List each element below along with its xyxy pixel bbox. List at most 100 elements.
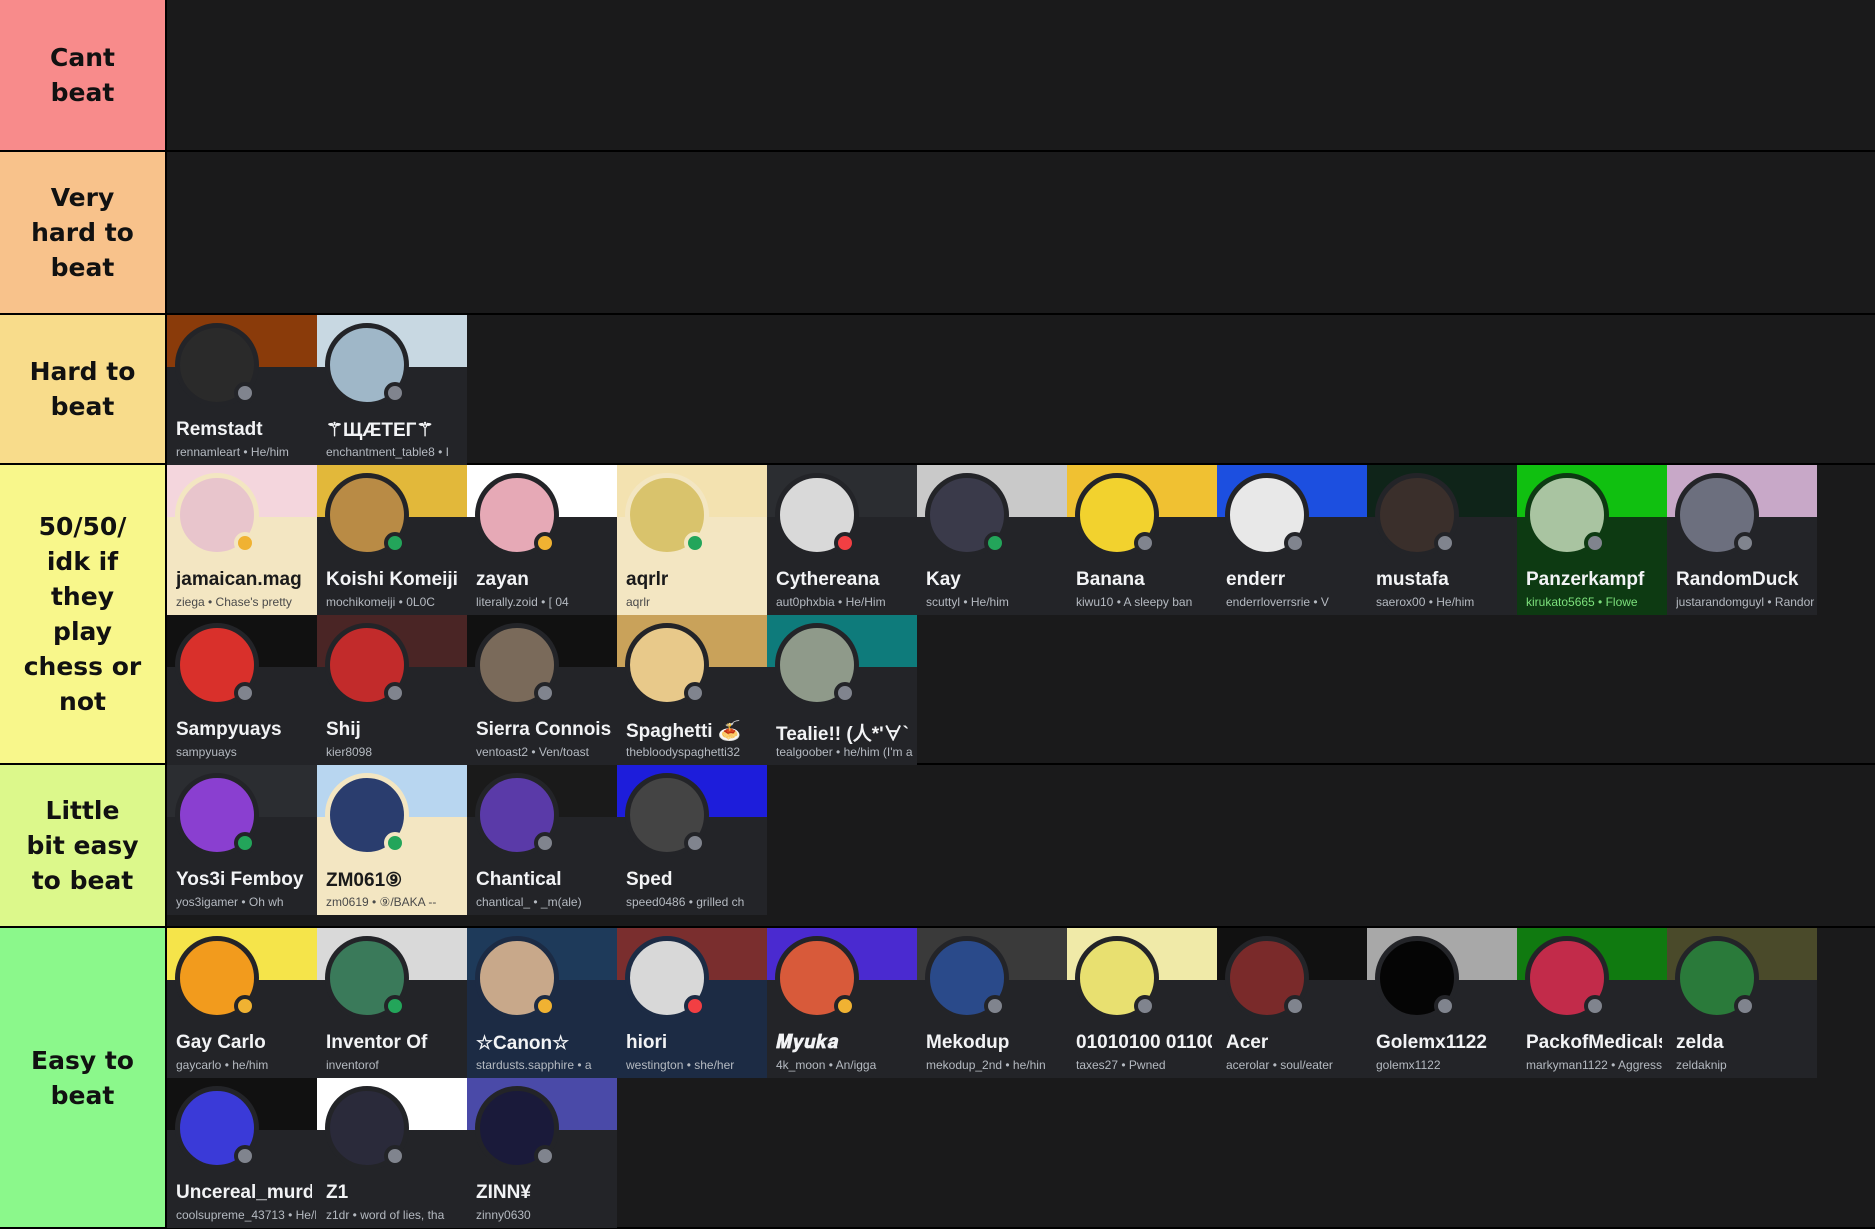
username: z1dr • word of lies, tha [326, 1208, 445, 1222]
idle-status-icon [834, 995, 856, 1017]
offline-status-icon [834, 682, 856, 704]
profile-card[interactable]: Tealie!! (人*'∀` tealgoober • he/him (I'm … [767, 615, 917, 765]
display-name: Inventor Of [326, 1032, 428, 1053]
offline-status-icon [1284, 995, 1306, 1017]
tier-label[interactable]: Easy to beat [0, 928, 167, 1227]
profile-card[interactable]: Inventor Of inventorof [317, 928, 467, 1078]
profile-card[interactable]: Sierra Connoisseur ventoast2 • Ven/toast [467, 615, 617, 765]
tier-items-area: Gay Carlo gaycarlo • he/him Inventor Of inv… [167, 928, 1875, 1228]
profile-card[interactable]: Yos3i Femboy yos3igamer • Oh wh [167, 765, 317, 915]
tier-label[interactable]: Very hard to beat [0, 152, 167, 313]
profile-card[interactable]: Sampyuays sampyuays [167, 615, 317, 765]
profile-card[interactable]: Z1 z1dr • word of lies, tha [317, 1078, 467, 1228]
profile-card[interactable]: PackofMedicals markyman1122 • Aggress [1517, 928, 1667, 1078]
display-name: ⚚ЩÆТЕГ⚚ [326, 420, 434, 441]
username: justarandomguyl • Randor [1676, 595, 1815, 609]
profile-card[interactable]: Uncereal_murder coolsupreme_43713 • He/Hi… [167, 1078, 317, 1228]
tier-label-text: Very hard to beat [31, 183, 134, 282]
tier-label[interactable]: Little bit easy to beat [0, 765, 167, 926]
profile-card[interactable]: zayan literally.zoid • [ 04 [467, 465, 617, 615]
display-name: Z1 [326, 1182, 349, 1203]
profile-card[interactable]: ☆Canon☆ stardusts.sapphire • a [467, 928, 617, 1078]
offline-status-icon [1734, 532, 1756, 554]
username: speed0486 • grilled ch [626, 895, 745, 909]
profile-card[interactable]: Banana kiwu10 • A sleepy ban [1067, 465, 1217, 615]
offline-status-icon [234, 1145, 256, 1167]
profile-card[interactable]: Spaghetti 🍝 thebloodyspaghetti32 [617, 615, 767, 765]
offline-status-icon [384, 1145, 406, 1167]
tier-label[interactable]: 50/50/ idk if they play chess or not [0, 465, 167, 763]
username: 4k_moon • An/igga [776, 1058, 877, 1072]
profile-card[interactable]: Sped speed0486 • grilled ch [617, 765, 767, 915]
display-name: Sierra Connoisseur [476, 719, 612, 740]
display-name: aqrlr [626, 569, 669, 590]
tier-label-text: Easy to beat [31, 1045, 134, 1110]
profile-card[interactable]: jamaican.mag ziega • Chase's pretty [167, 465, 317, 615]
profile-card[interactable]: Remstadt rennamleart • He/him [167, 315, 317, 465]
display-name: enderr [1226, 569, 1286, 590]
profile-card[interactable]: Golemx1122 golemx1122 [1367, 928, 1517, 1078]
display-name: Shij [326, 719, 361, 740]
username: thebloodyspaghetti32 [626, 745, 741, 759]
profile-card[interactable]: aqrlr aqrlr [617, 465, 767, 615]
profile-card[interactable]: Gay Carlo gaycarlo • he/him [167, 928, 317, 1078]
profile-card[interactable]: Shij kier8098 [317, 615, 467, 765]
tier-label-text: Hard to beat [29, 357, 136, 421]
profile-card[interactable]: ZINN¥ zinny0630 [467, 1078, 617, 1228]
display-name: Uncereal_murder [176, 1182, 312, 1203]
profile-card[interactable]: ZM061⑨ zm0619 • ⑨/BAKA -- [317, 765, 467, 915]
profile-card[interactable]: 01010100 01100 taxes27 • Pwned [1067, 928, 1217, 1078]
profile-card[interactable]: Mekodup mekodup_2nd • he/hin [917, 928, 1067, 1078]
username: aqrlr [626, 595, 651, 609]
profile-card[interactable]: ⚚ЩÆТЕГ⚚ enchantment_table8 • I [317, 315, 467, 465]
display-name: Banana [1076, 569, 1145, 590]
username: markyman1122 • Aggress [1526, 1058, 1663, 1072]
username: kiwu10 • A sleepy ban [1076, 595, 1193, 609]
display-name: jamaican.mag [176, 569, 302, 590]
tier-items-area [167, 0, 1875, 150]
profile-card[interactable]: zelda zeldaknip [1667, 928, 1817, 1078]
offline-status-icon [1134, 532, 1156, 554]
profile-card[interactable]: hiori westington • she/her [617, 928, 767, 1078]
offline-status-icon [384, 682, 406, 704]
display-name: 01010100 01100 [1076, 1032, 1212, 1053]
tier-items-area [167, 152, 1875, 313]
username: enchantment_table8 • I [326, 445, 449, 459]
username: golemx1122 [1376, 1058, 1441, 1072]
username: rennamleart • He/him [176, 445, 289, 459]
tier-label-text: Cant beat [50, 43, 115, 107]
display-name: Kay [926, 569, 961, 590]
profile-card[interactable]: Panzerkampf kirukato5665 • Flowe [1517, 465, 1667, 615]
tier-row: Little bit easy to beat Yos3i Femboy yos3i… [0, 765, 1875, 928]
tier-label[interactable]: Cant beat [0, 0, 167, 150]
username: taxes27 • Pwned [1076, 1058, 1166, 1072]
display-name: Chantical [476, 869, 562, 890]
offline-status-icon [384, 382, 406, 404]
profile-card[interactable]: 𝑴𝒚𝒖𝒌𝒂 4k_moon • An/igga [767, 928, 917, 1078]
profile-card[interactable]: Kay scuttyl • He/him [917, 465, 1067, 615]
mobile-status-icon [384, 532, 406, 554]
username: zeldaknip [1676, 1058, 1727, 1072]
profile-card[interactable]: Koishi Komeiji mochikomeiji • 0L0C [317, 465, 467, 615]
online-status-icon [684, 532, 706, 554]
username: zinny0630 [476, 1208, 531, 1222]
profile-card[interactable]: Cythereana aut0phxbia • He/Him [767, 465, 917, 615]
profile-card[interactable]: enderr enderrloverrsrie • V [1217, 465, 1367, 615]
display-name: Acer [1226, 1032, 1269, 1053]
tier-label[interactable]: Hard to beat [0, 315, 167, 463]
tier-row: Easy to beat Gay Carlo gaycarlo • he/him In… [0, 928, 1875, 1229]
profile-card[interactable]: RandomDuck justarandomguyl • Randor [1667, 465, 1817, 615]
dnd-status-icon [834, 532, 856, 554]
offline-status-icon [534, 1145, 556, 1167]
offline-status-icon [1584, 995, 1606, 1017]
mobile-status-icon [384, 995, 406, 1017]
display-name: zayan [476, 569, 529, 590]
profile-card[interactable]: Acer acerolar • soul/eater [1217, 928, 1367, 1078]
profile-card[interactable]: Chantical chantical_ • _m(ale) [467, 765, 617, 915]
display-name: Sampyuays [176, 719, 282, 740]
username: kirukato5665 • Flowe [1526, 595, 1638, 609]
profile-card[interactable]: mustafa saerox00 • He/him [1367, 465, 1517, 615]
display-name: Mekodup [926, 1032, 1010, 1053]
username: ventoast2 • Ven/toast [476, 745, 589, 759]
offline-status-icon [534, 682, 556, 704]
